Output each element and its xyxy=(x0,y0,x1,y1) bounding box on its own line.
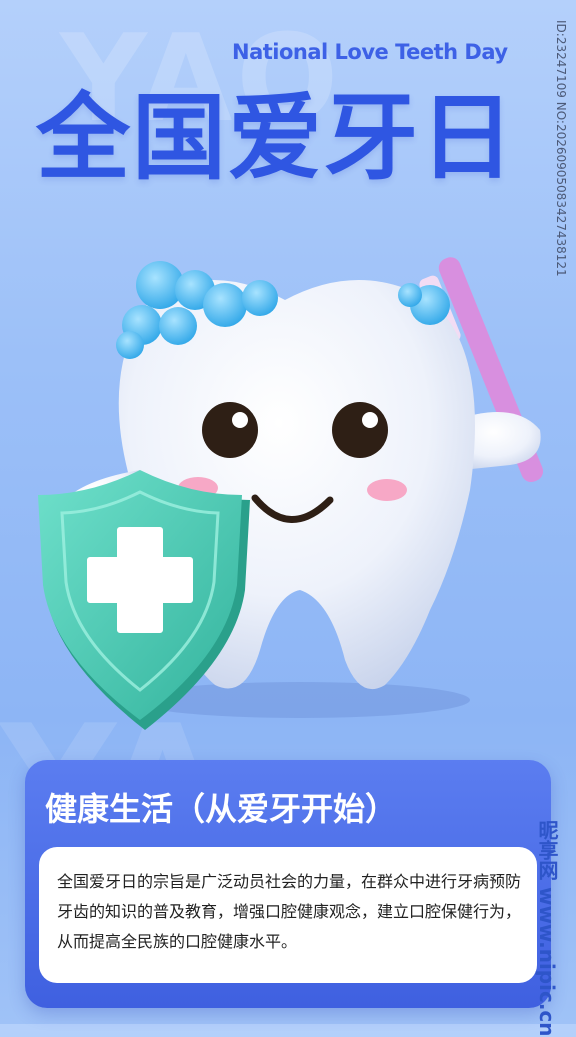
tooth-mascot-illustration xyxy=(38,257,544,730)
right-cheek xyxy=(367,479,407,501)
info-card-text: 全国爱牙日的宗旨是广泛动员社会的力量，在群众中进行牙病预防牙齿的知识的普及教育，… xyxy=(57,872,522,951)
page-title: 全国爱牙日 xyxy=(36,84,517,193)
page-subtitle: National Love Teeth Day xyxy=(232,40,508,64)
info-card-body: 全国爱牙日的宗旨是广泛动员社会的力量，在群众中进行牙病预防牙齿的知识的普及教育，… xyxy=(39,847,537,983)
info-card-title: 健康生活（从爱牙开始） xyxy=(45,790,398,828)
info-card: 健康生活（从爱牙开始） 全国爱牙日的宗旨是广泛动员社会的力量，在群众中进行牙病预… xyxy=(25,760,551,1008)
site-watermark: 昵享网 www.nipic.cn xyxy=(535,820,559,1037)
